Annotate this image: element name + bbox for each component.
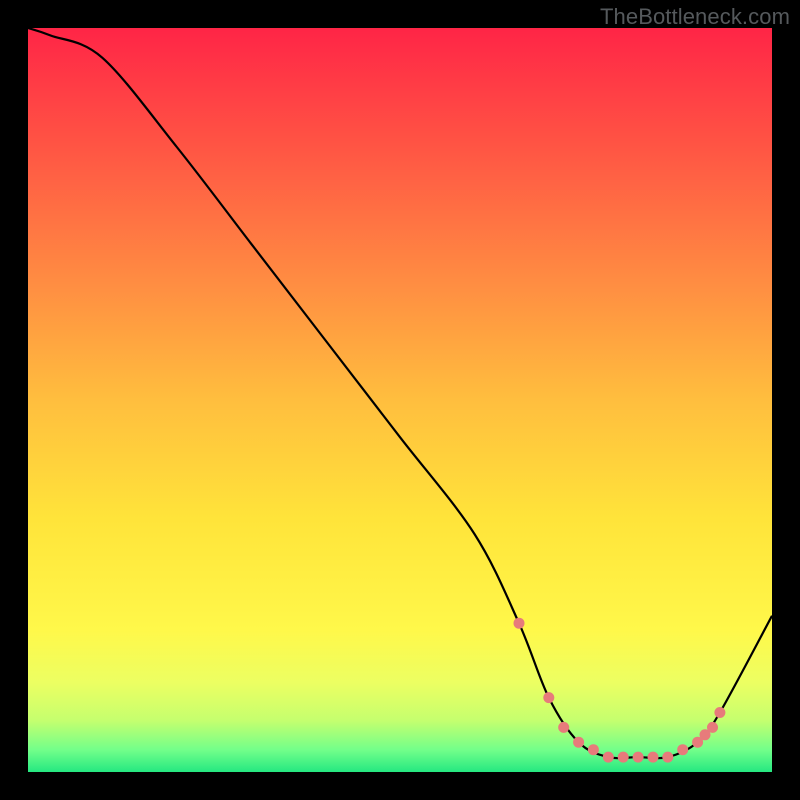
sweet-spot-dot (514, 618, 525, 629)
sweet-spot-dot (573, 737, 584, 748)
sweet-spot-dot (648, 752, 659, 763)
chart-svg (28, 28, 772, 772)
sweet-spot-dot (603, 752, 614, 763)
sweet-spot-dot (558, 722, 569, 733)
sweet-spot-dot (588, 744, 599, 755)
attribution-label: TheBottleneck.com (600, 4, 790, 30)
sweet-spot-dot (618, 752, 629, 763)
chart-background-gradient (28, 28, 772, 772)
sweet-spot-dot (677, 744, 688, 755)
chart-plot-area (28, 28, 772, 772)
sweet-spot-dot (543, 692, 554, 703)
sweet-spot-dot (662, 752, 673, 763)
sweet-spot-dot (633, 752, 644, 763)
sweet-spot-dot (714, 707, 725, 718)
sweet-spot-dot (707, 722, 718, 733)
chart-frame: TheBottleneck.com (0, 0, 800, 800)
